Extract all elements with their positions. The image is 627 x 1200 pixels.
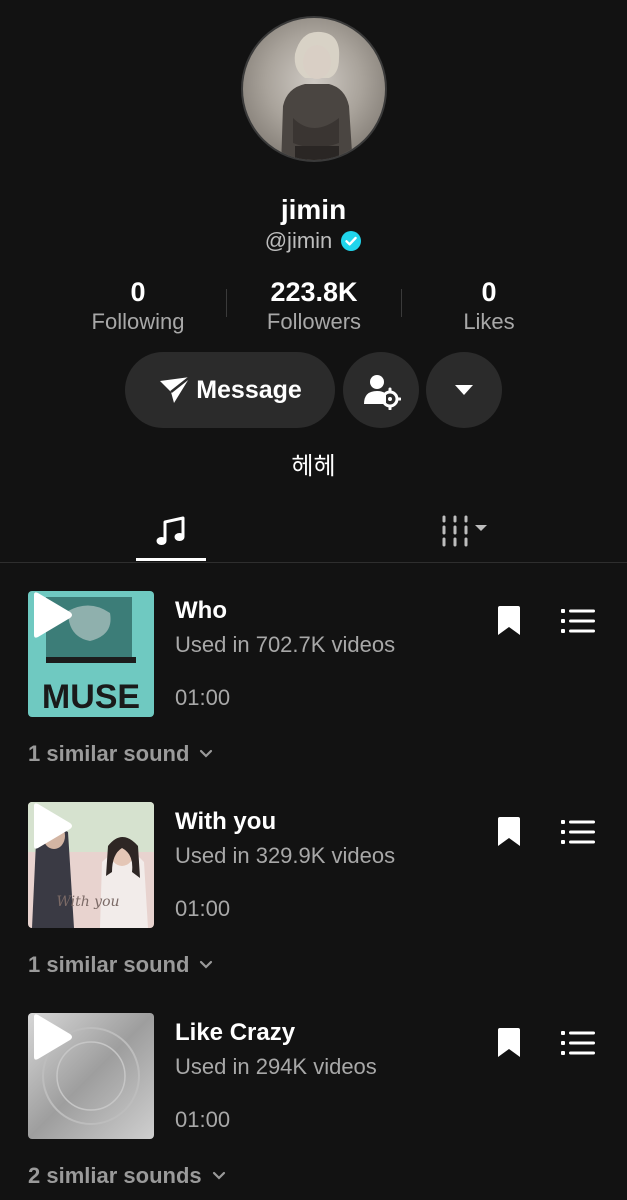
stat-followers[interactable]: 223.8K Followers: [224, 277, 404, 337]
sound-item[interactable]: MUSE Who Used in 702.7K videos 01:00 1 s…: [0, 591, 627, 791]
sound-duration: 01:00: [175, 1107, 231, 1132]
sound-title[interactable]: Who: [175, 597, 227, 625]
similar-sounds-label: 1 similar sound: [28, 741, 190, 766]
verified-badge-icon: [341, 231, 362, 251]
profile-handle: @jimin: [264, 228, 333, 253]
sound-usage: Used in 294K videos: [175, 1054, 377, 1079]
chevron-down-icon: [200, 960, 213, 969]
similar-sounds-toggle[interactable]: 1 similar sound: [28, 741, 213, 767]
stat-label: Likes: [463, 309, 515, 334]
cover-title: MUSE: [42, 678, 140, 716]
user-gear-icon: [364, 375, 401, 410]
tab-filter[interactable]: [420, 500, 510, 562]
profile-bio: 헤헤: [291, 453, 336, 480]
playlist-icon[interactable]: [561, 1029, 595, 1057]
user-settings-button[interactable]: [343, 352, 419, 428]
sound-usage: Used in 329.9K videos: [175, 843, 396, 868]
handle-row: @jimin: [0, 228, 627, 254]
profile-stats: 0 Following 223.8K Followers 0 Likes: [0, 277, 627, 337]
music-note-icon: [156, 516, 185, 545]
stat-value: 0: [481, 277, 497, 307]
playlist-icon[interactable]: [561, 818, 595, 846]
stat-likes[interactable]: 0 Likes: [399, 277, 579, 337]
sound-duration: 01:00: [175, 685, 231, 710]
play-icon[interactable]: [28, 1013, 74, 1061]
stat-value: 0: [130, 277, 146, 307]
bookmark-icon[interactable]: [495, 1027, 523, 1059]
stat-label: Followers: [266, 309, 362, 334]
stat-label: Following: [91, 309, 185, 334]
stat-value: 223.8K: [270, 277, 358, 307]
bookmark-icon[interactable]: [495, 605, 523, 637]
similar-sounds-label: 2 simliar sounds: [28, 1163, 202, 1188]
chevron-down-icon: [212, 1171, 225, 1180]
message-button[interactable]: Message: [125, 352, 335, 428]
active-tab-indicator: [136, 558, 206, 561]
cover-title: With you: [56, 894, 119, 910]
sound-item[interactable]: With you With you Used in 329.9K videos …: [0, 802, 627, 1002]
tab-sounds[interactable]: [136, 500, 206, 562]
sound-item[interactable]: Like Crazy Used in 294K videos 01:00 2 s…: [0, 1013, 627, 1200]
play-icon[interactable]: [28, 591, 74, 639]
chevron-down-icon: [200, 749, 213, 758]
playlist-icon[interactable]: [561, 607, 595, 635]
sound-title[interactable]: Like Crazy: [175, 1019, 295, 1047]
avatar[interactable]: [241, 16, 387, 162]
sound-title[interactable]: With you: [175, 808, 276, 836]
similar-sounds-toggle[interactable]: 2 simliar sounds: [28, 1163, 226, 1189]
filter-sliders-icon: [442, 515, 487, 547]
album-cover[interactable]: MUSE: [28, 591, 154, 717]
tabs-divider: [0, 562, 627, 563]
album-cover[interactable]: With you: [28, 802, 154, 928]
sound-duration: 01:00: [175, 896, 231, 921]
stat-following[interactable]: 0 Following: [48, 277, 228, 337]
avatar-photo: [281, 31, 353, 160]
sound-usage: Used in 702.7K videos: [175, 632, 396, 657]
send-icon: [160, 376, 191, 403]
similar-sounds-toggle[interactable]: 1 similar sound: [28, 952, 213, 978]
similar-sounds-label: 1 similar sound: [28, 952, 190, 977]
play-icon[interactable]: [28, 802, 74, 850]
album-cover[interactable]: [28, 1013, 154, 1139]
bookmark-icon[interactable]: [495, 816, 523, 848]
caret-down-icon: [455, 385, 473, 395]
profile-page: jimin @jimin 0 Following 223.8K Follower…: [0, 0, 627, 1200]
message-button-label: Message: [196, 375, 302, 404]
display-name: jimin: [280, 194, 347, 225]
more-options-button[interactable]: [426, 352, 502, 428]
